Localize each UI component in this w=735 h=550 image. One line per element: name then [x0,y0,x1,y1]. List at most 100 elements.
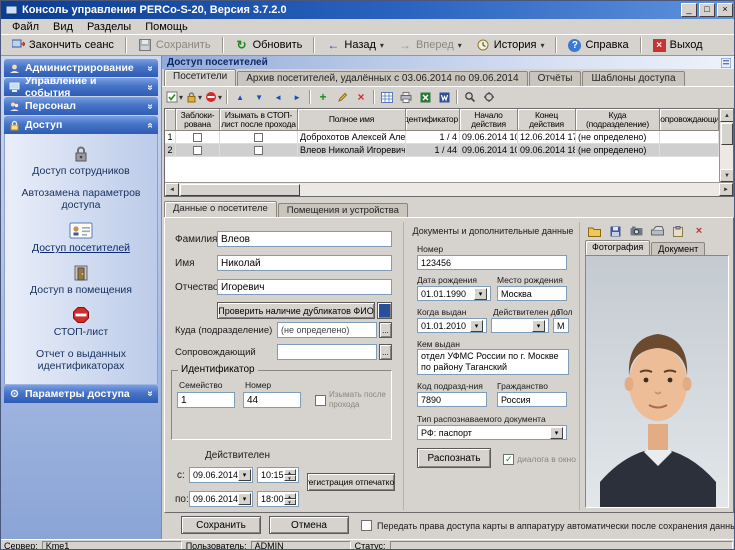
scanner-button[interactable] [648,222,666,240]
scroll-right-icon[interactable]: ► [719,183,733,196]
tab-reports[interactable]: Отчёты [529,71,582,86]
refresh-button[interactable]: ↻ Обновить [229,35,309,55]
department-input[interactable]: (не определено) [277,322,377,338]
load-photo-button[interactable] [585,222,603,240]
table-row[interactable]: 1 Доброхотов Алексей Алексеевич 1 / 4 09… [165,131,733,144]
table-horizontal-scrollbar[interactable]: ◄ ► [165,182,733,196]
scroll-down-icon[interactable]: ▼ [720,169,734,182]
spin-down-icon[interactable]: ▼ [284,475,296,481]
citizenship-input[interactable]: Россия [497,392,567,407]
back-button[interactable]: ← Назад ▾ [320,35,390,55]
sidebar-item-stop-list[interactable]: СТОП-лист [7,301,155,343]
withdraw-checkbox[interactable] [254,133,263,142]
scroll-left-icon[interactable]: ◄ [165,183,179,196]
calendar-dropdown-icon[interactable]: ▾ [474,288,487,300]
header-end[interactable]: Конец действия [518,109,576,131]
menu-sections[interactable]: Разделы [80,21,138,33]
block-card-button[interactable]: ▾ [165,88,184,106]
delete-visitor-button[interactable]: × [352,88,370,106]
valid-to-date[interactable]: 09.06.2014▾ [189,491,253,507]
camera-button[interactable] [627,222,645,240]
scroll-up-icon[interactable]: ▲ [720,109,734,122]
save-visitor-button[interactable]: Сохранить [181,516,261,534]
check-duplicates-button[interactable]: Проверить наличие дубликатов ФИО [217,302,375,319]
tab-document[interactable]: Документ [651,242,705,255]
header-department[interactable]: Куда (подразделение) [576,109,660,131]
withdraw-cell[interactable] [220,131,298,144]
grid-settings-button[interactable] [480,88,498,106]
calendar-dropdown-icon[interactable]: ▾ [238,493,251,505]
header-identifier[interactable]: Идентификатор [406,109,460,131]
valid-to-time[interactable]: 18:00▲▼ [257,491,299,507]
issued-by-input[interactable]: отдел УФМС России по г. Москве по району… [417,349,569,375]
recognize-button[interactable]: Распознать [417,448,491,468]
sidebar-item-room-access[interactable]: Доступ в помещения [7,259,155,301]
section-menu-icon[interactable] [721,58,731,68]
withdraw-after-pass-checkbox[interactable] [315,395,326,406]
withdraw-cell[interactable] [220,144,298,157]
valid-from-date[interactable]: 09.06.2014▾ [189,467,253,483]
lock-access-button[interactable]: ▾ [185,88,203,106]
minimize-button[interactable]: _ [681,3,697,17]
sidebar-item-auto-replace[interactable]: Автозамена параметров доступа [7,182,155,216]
tab-rooms-devices[interactable]: Помещения и устройства [278,203,408,218]
print-button[interactable] [397,88,415,106]
escort-browse-button[interactable]: ... [379,344,392,360]
tab-photo[interactable]: Фотография [585,240,650,255]
menu-view[interactable]: Вид [46,21,80,33]
table-view-button[interactable] [378,88,396,106]
number-input[interactable]: 44 [243,392,301,408]
tab-visitor-data[interactable]: Данные о посетителе [164,201,277,218]
header-row-number[interactable] [165,109,176,131]
scroll-thumb[interactable] [180,184,300,196]
table-row[interactable]: 2 Влеов Николай Игоревич 1 / 44 09.06.20… [165,144,733,157]
check-duplicates-extra-button[interactable] [377,302,392,319]
search-button[interactable] [461,88,479,106]
history-dropdown-icon[interactable]: ▾ [540,41,544,50]
escort-input[interactable] [277,344,377,360]
back-dropdown-icon[interactable]: ▾ [380,41,384,50]
fingerprint-registration-button[interactable]: Регистрация отпечатков [307,473,395,491]
sidebar-section-personnel[interactable]: Персонал » [4,97,158,115]
blocked-cell[interactable] [176,131,220,144]
doc-type-select[interactable]: РФ: паспорт▾ [417,425,567,440]
edit-visitor-button[interactable] [333,88,351,106]
valid-from-time[interactable]: 10:15▲▼ [257,467,299,483]
name-input[interactable]: Николай [217,255,392,271]
surname-input[interactable]: Влеов [217,231,392,247]
col-left-button[interactable]: ◄ [269,88,287,106]
row-down-button[interactable]: ▼ [250,88,268,106]
header-escort[interactable]: Сопровождающий [660,109,719,131]
department-browse-button[interactable]: ... [379,322,392,338]
paste-photo-button[interactable] [669,222,687,240]
sidebar-section-access[interactable]: Доступ » [4,116,158,134]
stoplist-button[interactable]: ▾ [204,88,223,106]
save-button[interactable]: Сохранить [132,35,217,55]
spin-down-icon[interactable]: ▼ [284,499,296,505]
end-session-button[interactable]: Закончить сеанс [5,35,120,55]
birth-place-input[interactable]: Москва [497,286,567,301]
family-input[interactable]: 1 [177,392,235,408]
header-start[interactable]: Начало действия [460,109,518,131]
sidebar-item-visitor-access[interactable]: Доступ посетителей [7,216,155,259]
doc-number-input[interactable]: 123456 [417,255,567,270]
delete-photo-button[interactable]: × [690,222,708,240]
issued-date-input[interactable]: 01.01.2010▾ [417,318,487,333]
table-vertical-scrollbar[interactable]: ▲ ▼ [719,109,733,182]
blocked-checkbox[interactable] [193,146,202,155]
blocked-cell[interactable] [176,144,220,157]
sidebar-item-issued-identifiers-report[interactable]: Отчет о выданных идентификаторах [7,343,155,377]
exit-button[interactable]: × Выход [647,35,709,55]
sidebar-item-employee-access[interactable]: Доступ сотрудников [7,140,155,182]
header-full-name[interactable]: Полное имя [298,109,406,131]
export-word-button[interactable] [435,88,453,106]
sidebar-section-management-events[interactable]: Управление и события » [4,78,158,96]
history-button[interactable]: История ▾ [470,35,551,55]
scroll-thumb[interactable] [721,123,733,145]
row-up-button[interactable]: ▲ [231,88,249,106]
tab-archive[interactable]: Архив посетителей, удалённых с 03.06.201… [237,71,527,86]
valid-until-input[interactable]: ▾ [491,318,549,333]
transfer-rights-checkbox[interactable] [361,520,372,531]
export-excel-button[interactable] [416,88,434,106]
forward-button[interactable]: → Вперед ▾ [392,35,468,55]
